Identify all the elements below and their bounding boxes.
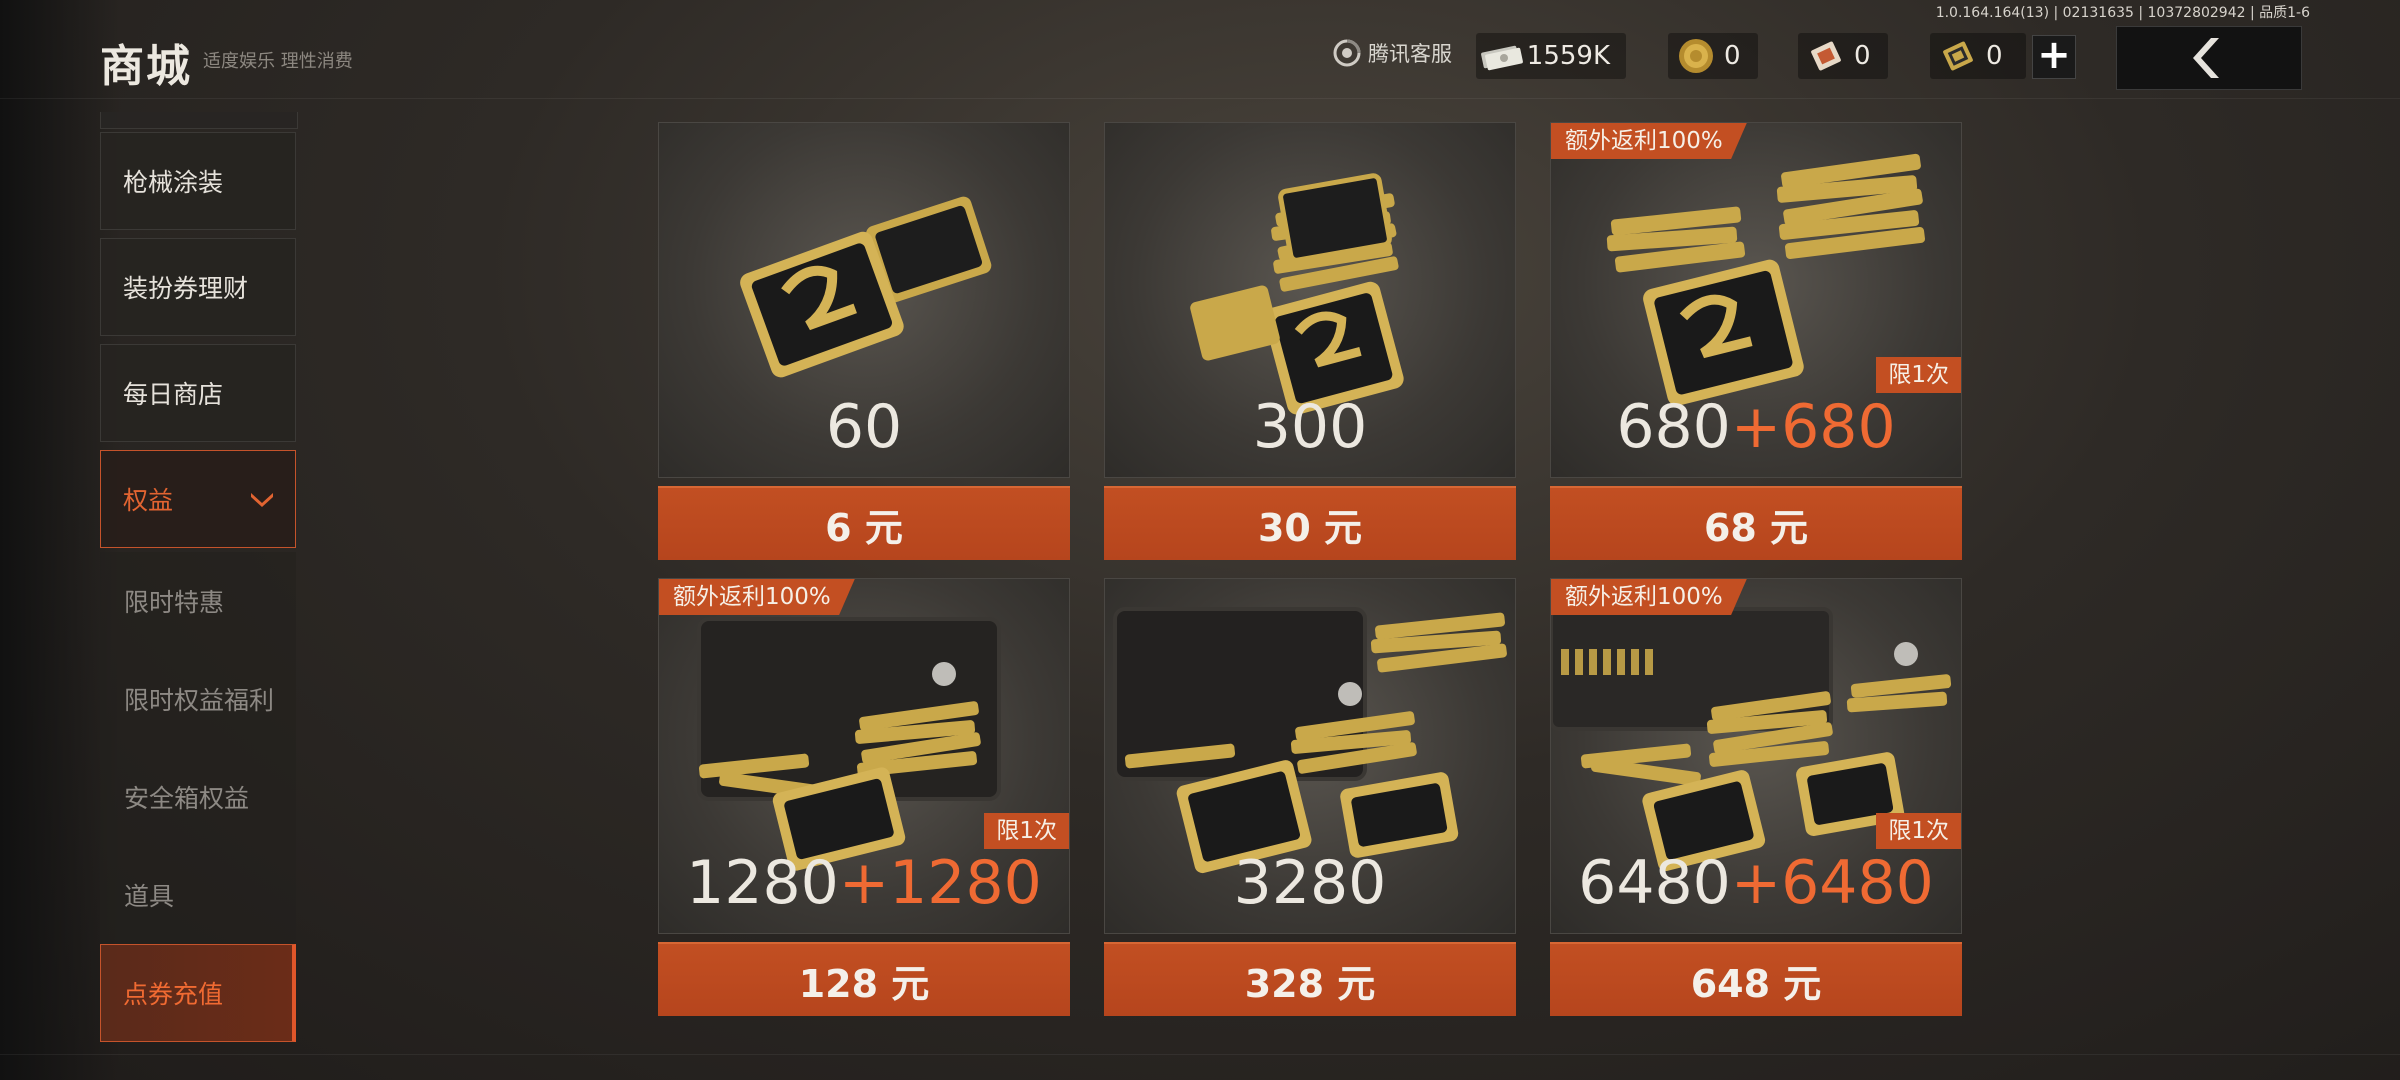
amount-base: 300 bbox=[1252, 392, 1368, 462]
back-arrow-icon bbox=[2193, 38, 2219, 78]
product-amount: 680+680 bbox=[1550, 392, 1962, 462]
buy-button[interactable]: 30 元 bbox=[1104, 486, 1516, 560]
footer-divider bbox=[0, 1054, 2400, 1055]
sidebar-item-topup[interactable]: 点券充值 bbox=[100, 944, 296, 1042]
sidebar-item-label: 安全箱权益 bbox=[124, 784, 250, 813]
currency-voucher: 0 bbox=[1930, 33, 2026, 79]
bonus-badge: 额外返利100% bbox=[1551, 579, 1747, 615]
amount-base: 1280 bbox=[686, 848, 839, 918]
sidebar-scroll-stub bbox=[100, 112, 298, 129]
sidebar-item-label: 每日商店 bbox=[123, 380, 224, 409]
chevron-down-icon bbox=[251, 493, 273, 507]
amount-bonus: +680 bbox=[1730, 392, 1896, 462]
product-card-300[interactable]: 300 30 元 bbox=[1104, 122, 1516, 560]
sidebar-item-label: 限时权益福利 bbox=[124, 686, 275, 715]
product-card-1280[interactable]: 额外返利100% 限1次 1280+1280 128 元 bbox=[658, 578, 1070, 1016]
sidebar-item-safebox-benefits[interactable]: 安全箱权益 bbox=[100, 748, 296, 846]
sidebar-item-gun-skins[interactable]: 枪械涂装 bbox=[100, 132, 296, 230]
version-info: 1.0.164.164(13) | 02131635 | 10372802942… bbox=[1935, 5, 2310, 21]
sidebar-item-limited-benefits[interactable]: 限时权益福利 bbox=[100, 650, 296, 748]
cash-icon bbox=[1476, 33, 1527, 79]
amount-bonus: +6480 bbox=[1730, 848, 1934, 918]
sidebar-item-daily-shop[interactable]: 每日商店 bbox=[100, 344, 296, 442]
buy-button[interactable]: 648 元 bbox=[1550, 942, 1962, 1016]
amount-bonus: +1280 bbox=[838, 848, 1042, 918]
sidebar-item-benefits[interactable]: 权益 bbox=[100, 450, 296, 548]
header-divider bbox=[0, 98, 2400, 99]
bonus-badge: 额外返利100% bbox=[1551, 123, 1747, 159]
currency-gold-value: 0 bbox=[1724, 41, 1741, 71]
customer-service-button[interactable]: 腾讯客服 bbox=[1332, 38, 1452, 68]
limit-badge: 限1次 bbox=[984, 813, 1069, 849]
currency-voucher-value: 0 bbox=[1986, 41, 2003, 71]
limit-badge: 限1次 bbox=[1876, 813, 1961, 849]
voucher-icon bbox=[1930, 33, 1986, 79]
amount-base: 6480 bbox=[1578, 848, 1731, 918]
currency-ticket: 0 bbox=[1798, 33, 1888, 79]
buy-button[interactable]: 128 元 bbox=[658, 942, 1070, 1016]
limit-badge: 限1次 bbox=[1876, 357, 1961, 393]
product-amount: 3280 bbox=[1104, 848, 1516, 918]
add-currency-button[interactable]: + bbox=[2032, 35, 2076, 79]
gold-coin-icon bbox=[1668, 33, 1724, 79]
product-amount: 300 bbox=[1104, 392, 1516, 462]
page-title: 商城 bbox=[100, 41, 192, 92]
product-card-680[interactable]: 额外返利100% 限1次 680+680 68 元 bbox=[1550, 122, 1962, 560]
product-card-3280[interactable]: 3280 328 元 bbox=[1104, 578, 1516, 1016]
sidebar-item-label: 权益 bbox=[123, 486, 174, 515]
product-amount: 1280+1280 bbox=[658, 848, 1070, 918]
currency-ticket-value: 0 bbox=[1854, 41, 1871, 71]
sidebar-item-props[interactable]: 道具 bbox=[100, 846, 296, 944]
sidebar-item-label: 枪械涂装 bbox=[123, 168, 224, 197]
buy-button[interactable]: 328 元 bbox=[1104, 942, 1516, 1016]
amount-base: 60 bbox=[825, 392, 903, 462]
product-card-6480[interactable]: 额外返利100% 限1次 6480+6480 648 元 bbox=[1550, 578, 1962, 1016]
ticket-icon bbox=[1798, 33, 1854, 79]
amount-base: 3280 bbox=[1233, 848, 1387, 918]
sidebar-item-limited-offers[interactable]: 限时特惠 bbox=[100, 552, 296, 650]
sidebar-item-label: 装扮券理财 bbox=[123, 274, 249, 303]
sidebar-item-label: 道具 bbox=[124, 882, 175, 911]
currency-cash-value: 1559K bbox=[1526, 41, 1610, 71]
customer-service-label: 腾讯客服 bbox=[1368, 42, 1452, 66]
sidebar-item-outfit-finance[interactable]: 装扮券理财 bbox=[100, 238, 296, 336]
product-card-60[interactable]: 60 6 元 bbox=[658, 122, 1070, 560]
back-button[interactable] bbox=[2116, 26, 2302, 90]
product-amount: 60 bbox=[658, 392, 1070, 462]
currency-gold: 0 bbox=[1668, 33, 1758, 79]
tencent-logo-icon bbox=[1333, 39, 1361, 67]
page-subtitle: 适度娱乐 理性消费 bbox=[203, 51, 353, 72]
sidebar-item-label: 限时特惠 bbox=[124, 588, 225, 617]
buy-button[interactable]: 68 元 bbox=[1550, 486, 1962, 560]
buy-button[interactable]: 6 元 bbox=[658, 486, 1070, 560]
sidebar-item-label: 点券充值 bbox=[123, 980, 224, 1009]
product-amount: 6480+6480 bbox=[1550, 848, 1962, 918]
currency-cash: 1559K bbox=[1476, 33, 1626, 79]
bonus-badge: 额外返利100% bbox=[659, 579, 855, 615]
amount-base: 680 bbox=[1616, 392, 1731, 462]
